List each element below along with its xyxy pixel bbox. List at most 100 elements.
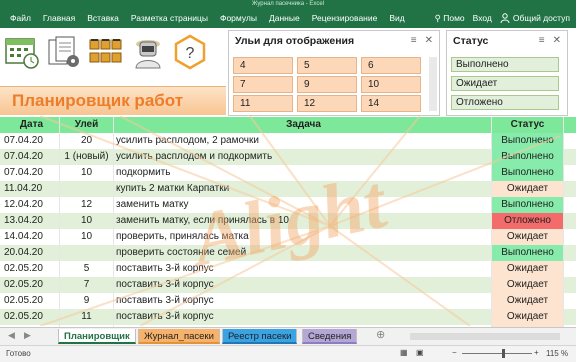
cell-status[interactable]: Выполнено xyxy=(492,133,564,149)
beekeeper-icon[interactable] xyxy=(130,34,166,70)
cell-hive[interactable]: 20 xyxy=(60,133,114,149)
hive-item-10[interactable]: 10 xyxy=(361,76,421,93)
cell-status[interactable]: Отложено xyxy=(492,213,564,229)
cell-date[interactable]: 07.04.20 xyxy=(0,165,60,181)
multiselect-icon[interactable]: ≡ xyxy=(411,35,417,46)
cell-task[interactable]: заменить матку xyxy=(114,197,492,213)
cell-date[interactable]: 07.04.20 xyxy=(0,133,60,149)
zoom-level[interactable]: 115 % xyxy=(546,349,568,358)
tab-view[interactable]: Вид xyxy=(383,10,410,26)
cell-task[interactable]: поставить 3-й корпус xyxy=(114,293,492,309)
cell-date[interactable]: 11.04.20 xyxy=(0,181,60,197)
cell-task[interactable]: купить 2 матки Карпатки xyxy=(114,181,492,197)
zoom-slider-thumb[interactable] xyxy=(502,349,505,358)
cell-date[interactable]: 02.05.20 xyxy=(0,309,60,325)
status-item-postponed[interactable]: Отложено xyxy=(451,95,559,110)
cell-task[interactable]: поставить 3-й корпус xyxy=(114,309,492,325)
cell-hive[interactable]: 10 xyxy=(60,229,114,245)
calendar-icon[interactable] xyxy=(4,34,40,70)
cell-date[interactable]: 02.05.20 xyxy=(0,277,60,293)
clear-filter-icon[interactable]: ✕ xyxy=(553,35,561,46)
cell-date[interactable]: 20.04.20 xyxy=(0,245,60,261)
cell-task[interactable]: подкормить xyxy=(114,165,492,181)
cell-hive[interactable] xyxy=(60,181,114,197)
cell-date[interactable]: 13.04.20 xyxy=(0,213,60,229)
hive-item-12[interactable]: 12 xyxy=(297,95,357,112)
tab-review[interactable]: Рецензирование xyxy=(306,10,384,26)
cell-task[interactable]: усилить расплодом и подкормить xyxy=(114,149,492,165)
cell-status[interactable]: Ожидает xyxy=(492,293,564,309)
status-item-waiting[interactable]: Ожидает xyxy=(451,76,559,91)
tab-data[interactable]: Данные xyxy=(263,10,306,26)
cell-task[interactable]: поставить 3-й корпус xyxy=(114,277,492,293)
cell-status[interactable]: Выполнено xyxy=(492,197,564,213)
share-button[interactable]: Общий доступ xyxy=(500,10,570,26)
horizontal-scrollbar[interactable] xyxy=(410,333,560,340)
cell-task[interactable]: усилить расплодом, 2 рамочки xyxy=(114,133,492,149)
cell-hive[interactable]: 11 xyxy=(60,309,114,325)
zoom-out-icon[interactable]: − xyxy=(452,348,457,357)
cell-status[interactable]: Ожидает xyxy=(492,229,564,245)
multiselect-icon[interactable]: ≡ xyxy=(539,35,545,46)
cell-status[interactable]: Выполнено xyxy=(492,165,564,181)
cell-status[interactable]: Ожидает xyxy=(492,277,564,293)
col-task[interactable]: Задача xyxy=(114,117,492,133)
sheet-tab-registry[interactable]: Реестр пасеки xyxy=(222,329,298,344)
tab-formulas[interactable]: Формулы xyxy=(214,10,263,26)
hive-item-11[interactable]: 11 xyxy=(233,95,293,112)
cell-task[interactable]: поставить 3-й корпус xyxy=(114,261,492,277)
hive-item-6[interactable]: 6 xyxy=(361,57,421,74)
page-layout-icon[interactable]: ▣ xyxy=(416,348,424,357)
status-item-done[interactable]: Выполнено xyxy=(451,57,559,72)
sheet-tab-journal[interactable]: Журнал_пасеки xyxy=(138,329,220,344)
cell-date[interactable]: 14.04.20 xyxy=(0,229,60,245)
hive-item-5[interactable]: 5 xyxy=(297,57,357,74)
cell-hive[interactable]: 7 xyxy=(60,277,114,293)
cell-hive[interactable]: 1 (новый) xyxy=(60,149,114,165)
hives-icon[interactable] xyxy=(88,34,124,70)
cell-task[interactable]: заменить матку, если принялась в 10 xyxy=(114,213,492,229)
col-date[interactable]: Дата xyxy=(0,117,60,133)
cell-status[interactable]: Ожидает xyxy=(492,181,564,197)
add-sheet-icon[interactable]: ⊕ xyxy=(376,328,385,341)
documents-icon[interactable] xyxy=(46,34,82,70)
col-hive[interactable]: Улей xyxy=(60,117,114,133)
hive-item-4[interactable]: 4 xyxy=(233,57,293,74)
hive-item-14[interactable]: 14 xyxy=(361,95,421,112)
cell-hive[interactable]: 12 xyxy=(60,197,114,213)
tab-insert[interactable]: Вставка xyxy=(81,10,125,26)
zoom-in-icon[interactable]: + xyxy=(534,348,539,357)
tab-file[interactable]: Файл xyxy=(4,10,37,26)
login-link[interactable]: Вход xyxy=(473,10,492,26)
cell-hive[interactable]: 10 xyxy=(60,165,114,181)
sheet-tab-info[interactable]: Сведения xyxy=(302,329,358,344)
cell-hive[interactable]: 5 xyxy=(60,261,114,277)
hive-item-7[interactable]: 7 xyxy=(233,76,293,93)
cell-date[interactable]: 02.05.20 xyxy=(0,293,60,309)
scroll-right-icon[interactable]: ▶ xyxy=(24,330,31,341)
cell-task[interactable]: проверить, принялась матка xyxy=(114,229,492,245)
sheet-tab-planner[interactable]: Планировщик xyxy=(58,329,136,344)
cell-status[interactable]: Ожидает xyxy=(492,261,564,277)
scroll-left-icon[interactable]: ◀ xyxy=(8,330,15,341)
cell-task[interactable]: проверить состояние семей xyxy=(114,245,492,261)
cell-date[interactable]: 02.05.20 xyxy=(0,261,60,277)
cell-hive[interactable]: 10 xyxy=(60,213,114,229)
cell-status[interactable]: Выполнено xyxy=(492,245,564,261)
cell-date[interactable]: 12.04.20 xyxy=(0,197,60,213)
help-search[interactable]: ⚲ Помо xyxy=(435,10,465,26)
zoom-slider[interactable] xyxy=(462,353,532,354)
cell-status[interactable]: Выполнено xyxy=(492,149,564,165)
cell-hive[interactable]: 9 xyxy=(60,293,114,309)
col-status[interactable]: Статус xyxy=(492,117,564,133)
hive-item-9[interactable]: 9 xyxy=(297,76,357,93)
normal-view-icon[interactable]: ▦ xyxy=(400,348,408,357)
cell-date[interactable]: 07.04.20 xyxy=(0,149,60,165)
cell-hive[interactable] xyxy=(60,245,114,261)
clear-filter-icon[interactable]: ✕ xyxy=(425,35,433,46)
help-hexagon-icon[interactable]: ? xyxy=(172,34,208,70)
cell-status[interactable]: Ожидает xyxy=(492,309,564,325)
tab-home[interactable]: Главная xyxy=(37,10,81,26)
hive-slicer-scrollbar[interactable] xyxy=(429,57,437,111)
tab-page-layout[interactable]: Разметка страницы xyxy=(125,10,214,26)
